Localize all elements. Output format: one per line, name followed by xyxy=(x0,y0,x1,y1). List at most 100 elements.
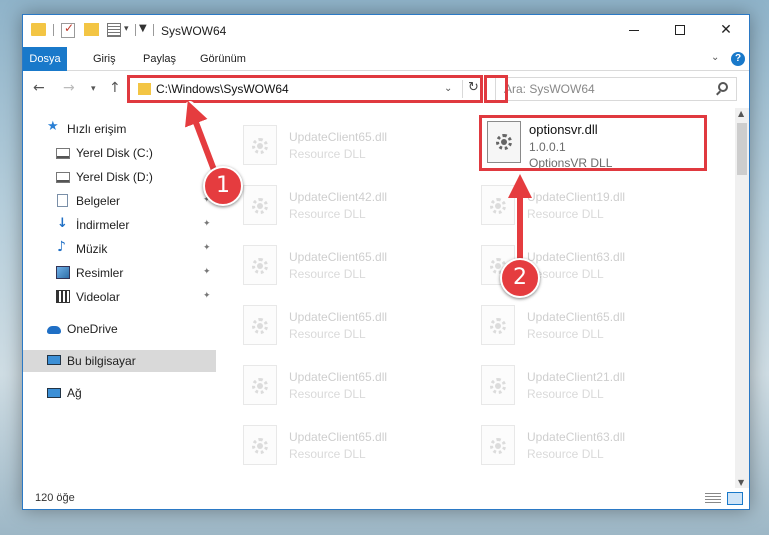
dll-file-icon xyxy=(243,305,277,345)
forward-arrow-icon[interactable]: → xyxy=(63,80,75,96)
title-bar: ▾ ▼ SysWOW64 ✕ xyxy=(23,15,749,47)
file-name: UpdateClient63.dll xyxy=(527,430,626,444)
properties-icon[interactable] xyxy=(61,21,75,38)
sidebar-item-onedrive[interactable]: OneDrive xyxy=(23,318,216,340)
tab-share[interactable]: Paylaş xyxy=(143,47,176,71)
file-tile[interactable]: UpdateClient63.dll Resource DLL xyxy=(457,240,687,290)
search-placeholder: Ara: SysWOW64 xyxy=(504,82,595,96)
dll-file-icon xyxy=(243,245,277,285)
expand-ribbon-icon[interactable]: ⌄ xyxy=(711,52,719,63)
sidebar-item-quick-access[interactable]: ★ Hızlı erişim xyxy=(23,118,216,140)
sidebar-item-label: İndirmeler xyxy=(76,218,130,232)
dll-file-icon xyxy=(243,185,277,225)
file-tile[interactable]: UpdateClient63.dll Resource DLL xyxy=(457,420,687,470)
videos-icon xyxy=(56,290,70,303)
dll-file-icon xyxy=(243,125,277,165)
search-input[interactable]: Ara: SysWOW64 xyxy=(495,77,737,101)
search-icon[interactable] xyxy=(718,82,728,92)
file-type: Resource DLL xyxy=(289,327,366,341)
recent-locations-icon[interactable]: ▾ xyxy=(91,84,96,94)
scroll-up-icon[interactable]: ▲ xyxy=(738,109,744,118)
help-icon[interactable]: ? xyxy=(731,52,745,66)
minimize-button[interactable] xyxy=(611,15,657,45)
sidebar-item-videos[interactable]: Videolar ✦ xyxy=(23,286,216,308)
sidebar-item-label: Resimler xyxy=(76,266,124,280)
file-type: Resource DLL xyxy=(289,207,366,221)
file-tile[interactable]: UpdateClient65.dll Resource DLL xyxy=(219,120,449,170)
divider xyxy=(135,24,136,36)
tab-home[interactable]: Giriş xyxy=(93,47,116,71)
file-tile[interactable]: UpdateClient65.dll Resource DLL xyxy=(219,240,449,290)
file-tile[interactable]: UpdateClient65.dll Resource DLL xyxy=(457,300,687,350)
sidebar-item-music[interactable]: ♪ Müzik ✦ xyxy=(23,238,216,260)
file-name: UpdateClient65.dll xyxy=(289,370,388,384)
ribbon-tabs: Dosya Giriş Paylaş Görünüm ⌄ ? xyxy=(23,47,749,71)
pin-icon[interactable]: ✦ xyxy=(203,267,211,277)
item-count: 120 öğe xyxy=(35,492,75,504)
quick-access-dropdown-icon[interactable]: ▾ xyxy=(124,24,129,34)
file-tile[interactable]: UpdateClient21.dll Resource DLL xyxy=(457,360,687,410)
drive-icon xyxy=(56,172,70,183)
step-2-badge: 2 xyxy=(500,258,540,298)
drive-icon xyxy=(56,148,70,159)
pin-icon[interactable]: ✦ xyxy=(203,291,211,301)
sidebar-item-documents[interactable]: Belgeler ✦ xyxy=(23,190,216,212)
file-tile[interactable]: UpdateClient65.dll Resource DLL xyxy=(219,300,449,350)
sidebar-item-label: Ağ xyxy=(67,386,82,400)
file-name: UpdateClient63.dll xyxy=(527,250,626,264)
dll-file-icon xyxy=(481,185,515,225)
divider xyxy=(153,24,154,36)
sidebar-item-label: Hızlı erişim xyxy=(67,122,127,136)
vertical-scrollbar[interactable]: ▲ ▼ xyxy=(735,108,749,488)
step-1-badge: 1 xyxy=(203,166,243,206)
sidebar-item-pictures[interactable]: Resimler ✦ xyxy=(23,262,216,284)
file-name: UpdateClient65.dll xyxy=(527,310,626,324)
file-type: Resource DLL xyxy=(289,147,366,161)
file-name: UpdateClient65.dll xyxy=(289,130,388,144)
status-bar: 120 öğe xyxy=(23,489,749,509)
dll-file-icon xyxy=(481,365,515,405)
scroll-down-icon[interactable]: ▼ xyxy=(738,478,744,487)
sidebar-item-label: Yerel Disk (C:) xyxy=(76,146,153,160)
file-type: Resource DLL xyxy=(289,447,366,461)
file-tile[interactable]: UpdateClient19.dll Resource DLL xyxy=(457,180,687,230)
file-type: Resource DLL xyxy=(527,387,604,401)
back-arrow-icon[interactable]: ← xyxy=(33,80,45,96)
sidebar-item-label: Videolar xyxy=(76,290,120,304)
file-tile[interactable]: UpdateClient42.dll Resource DLL xyxy=(219,180,449,230)
tab-file[interactable]: Dosya xyxy=(23,47,67,71)
file-name: UpdateClient65.dll xyxy=(289,430,388,444)
pin-icon[interactable]: ✦ xyxy=(203,243,211,253)
new-folder-icon[interactable] xyxy=(84,23,99,36)
minimize-icon xyxy=(629,29,639,31)
file-tile[interactable]: UpdateClient65.dll Resource DLL xyxy=(219,360,449,410)
sidebar-item-this-pc[interactable]: Bu bilgisayar xyxy=(23,350,216,372)
music-icon: ♪ xyxy=(57,239,66,255)
file-type: Resource DLL xyxy=(289,267,366,281)
close-button[interactable]: ✕ xyxy=(703,15,749,45)
sidebar-item-label: OneDrive xyxy=(67,322,118,336)
pictures-icon xyxy=(56,266,70,279)
sidebar-item-downloads[interactable]: ↓ İndirmeler ✦ xyxy=(23,214,216,236)
downloads-icon: ↓ xyxy=(57,216,68,231)
file-tile[interactable]: UpdateClient65.dll Resource DLL xyxy=(219,420,449,470)
large-icons-view-icon[interactable] xyxy=(727,492,743,505)
sidebar-item-network[interactable]: Ağ xyxy=(23,382,216,404)
file-type: Resource DLL xyxy=(289,387,366,401)
rename-icon[interactable] xyxy=(107,23,121,37)
file-name: UpdateClient21.dll xyxy=(527,370,626,384)
documents-icon xyxy=(57,194,68,207)
scroll-thumb[interactable] xyxy=(737,123,747,175)
sidebar-item-label: Müzik xyxy=(76,242,108,256)
details-view-icon[interactable] xyxy=(705,493,721,505)
customize-toolbar-icon[interactable]: ▼ xyxy=(139,23,147,34)
pin-icon[interactable]: ✦ xyxy=(203,219,211,229)
up-arrow-icon[interactable]: ↑ xyxy=(109,80,121,96)
divider xyxy=(53,24,54,36)
tab-view[interactable]: Görünüm xyxy=(200,47,246,71)
sidebar-item-local-disk-d[interactable]: Yerel Disk (D:) xyxy=(23,166,216,188)
maximize-button[interactable] xyxy=(657,15,703,45)
sidebar-item-local-disk-c[interactable]: Yerel Disk (C:) xyxy=(23,142,216,164)
explorer-window: ▾ ▼ SysWOW64 ✕ Dosya Giriş Paylaş Görünü… xyxy=(22,14,750,510)
file-name: UpdateClient42.dll xyxy=(289,190,388,204)
